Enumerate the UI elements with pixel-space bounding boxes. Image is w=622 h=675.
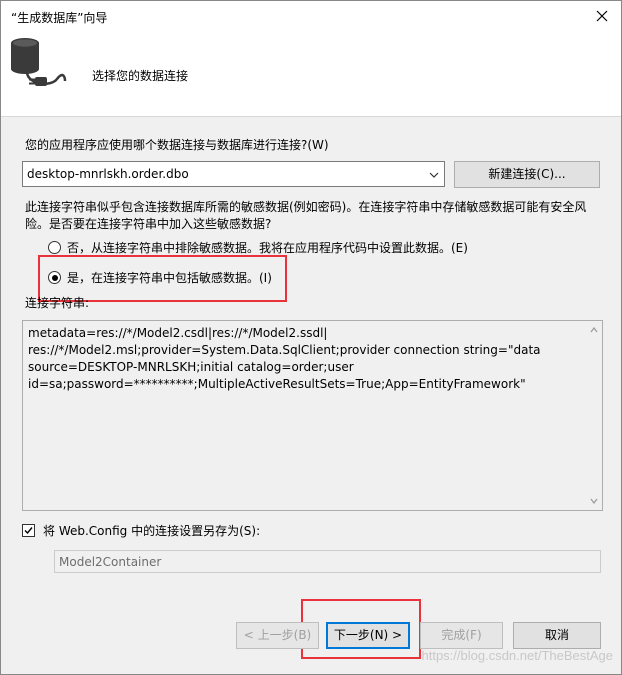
connection-string-text: metadata=res://*/Model2.csdl|res://*/Mod… [28,326,541,391]
page-title: 选择您的数据连接 [92,69,189,83]
radio-include-label: 是，在连接字符串中包括敏感数据。(I) [67,271,272,285]
save-connection-checkbox[interactable] [22,524,35,537]
cancel-button[interactable]: 取消 [513,622,601,649]
title-bar: “生成数据库”向导 [1,1,621,31]
new-connection-button[interactable]: 新建连接(C)... [454,161,600,188]
back-button[interactable]: < 上一步(B) [236,622,319,649]
connection-string-label: 连接字符串: [25,296,90,310]
save-connection-row[interactable]: 将 Web.Config 中的连接设置另存为(S): [22,522,260,539]
chevron-down-icon [429,172,439,178]
connection-string-box[interactable]: metadata=res://*/Model2.csdl|res://*/Mod… [22,320,603,511]
wizard-header: 选择您的数据连接 [1,31,621,117]
window-title: “生成数据库”向导 [11,11,108,25]
scroll-up-icon[interactable] [589,325,599,335]
close-icon [596,10,608,22]
close-button[interactable] [587,3,617,29]
finish-button[interactable]: 完成(F) [420,622,503,649]
radio-exclude-label: 否，从连接字符串中排除敏感数据。我将在应用程序代码中设置此数据。(E) [67,241,468,255]
radio-exclude-row[interactable]: 否，从连接字符串中排除敏感数据。我将在应用程序代码中设置此数据。(E) [48,239,468,256]
database-connection-icon [11,38,67,86]
container-name-field[interactable]: Model2Container [54,550,601,573]
radio-include-row[interactable]: 是，在连接字符串中包括敏感数据。(I) [48,269,272,286]
connection-value: desktop-mnrlskh.order.dbo [27,167,189,181]
connection-dropdown[interactable]: desktop-mnrlskh.order.dbo [22,161,445,187]
connection-question: 您的应用程序应使用哪个数据连接与数据库进行连接?(W) [25,138,329,152]
checkmark-icon [24,527,33,535]
next-button[interactable]: 下一步(N) > [326,622,410,649]
watermark: https://blog.csdn.net/TheBestAge [421,648,613,663]
wizard-window: “生成数据库”向导 选择您的数据连接 您的应用程序应使用哪个数据连接与数据库进行… [0,0,622,675]
scroll-down-icon[interactable] [589,496,599,506]
sensitive-data-warning: 此连接字符串似乎包含连接数据库所需的敏感数据(例如密码)。在连接字符串中存储敏感… [25,200,587,231]
radio-include[interactable] [48,271,61,284]
save-connection-label: 将 Web.Config 中的连接设置另存为(S): [43,524,261,538]
vertical-scrollbar[interactable] [586,321,602,510]
radio-exclude[interactable] [48,241,61,254]
